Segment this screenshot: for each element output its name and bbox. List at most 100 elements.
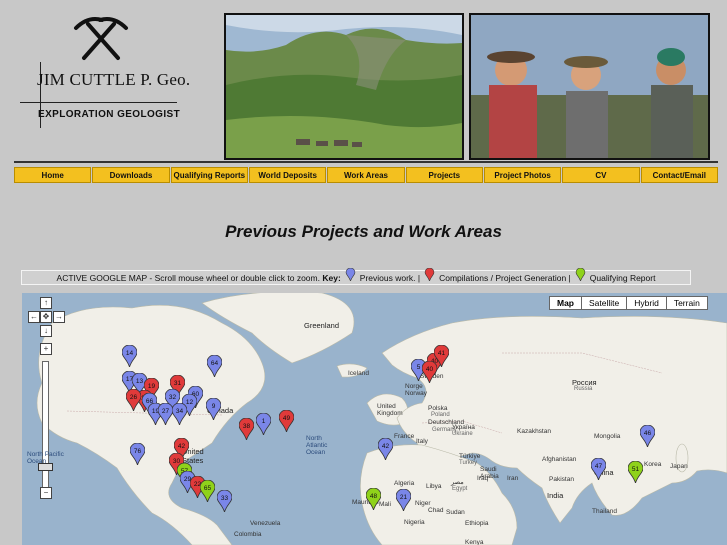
map-label-turkey: Turkey — [459, 460, 478, 466]
map-pin-previous-21[interactable]: 21 — [396, 489, 411, 511]
map-key-intro: ACTIVE GOOGLE MAP - Scroll mouse wheel o… — [56, 272, 320, 283]
map-label-kenya: Kenya — [465, 539, 484, 545]
previous-work-pin-icon — [345, 268, 356, 281]
nav-project-photos[interactable]: Project Photos — [483, 167, 562, 183]
map-pin-number: 47 — [595, 463, 603, 470]
map-pin-number: 34 — [176, 408, 184, 415]
map-pin-number: 64 — [211, 360, 219, 367]
map-pin-number: 38 — [243, 423, 251, 430]
map-label-korea: Korea — [644, 461, 662, 468]
map-type-map[interactable]: Map — [549, 296, 582, 310]
logo-name: JIM CUTTLE P. Geo. — [37, 70, 191, 89]
map-label-italy: Italy — [416, 438, 428, 445]
map-pin-qualifying-51[interactable]: 51 — [628, 461, 643, 483]
map-label-chad: Chad — [428, 507, 444, 514]
map-label-north-atlantic: North Atlantic Ocean — [306, 435, 328, 456]
map-pin-number: 1 — [262, 418, 266, 425]
map-label-japan: Japan — [670, 463, 688, 470]
map-pin-qualifying-65[interactable]: 65 — [200, 480, 215, 502]
map-label-mongolia: Mongolia — [594, 433, 621, 440]
map-pin-qualifying-48[interactable]: 48 — [366, 488, 381, 510]
map-pin-number: 13 — [136, 378, 144, 385]
map-pin-previous-46[interactable]: 46 — [640, 425, 655, 447]
map-pin-number: 41 — [438, 350, 446, 357]
map-pin-compilations-49[interactable]: 49 — [279, 410, 294, 432]
map-pin-number: 5 — [417, 364, 421, 371]
map-label-niger: Niger — [415, 500, 431, 507]
pan-down-button[interactable]: ↓ — [40, 325, 52, 337]
map-label-ethiopia: Ethiopia — [465, 520, 489, 527]
map-label-france: France — [394, 433, 415, 440]
crossed-pickaxes-icon — [74, 17, 128, 60]
map-key-previous: Previous work. | — [359, 272, 421, 283]
map-key-compilations: Compilations / Project Generation | — [439, 272, 571, 283]
map-label-united-kingdom: United Kingdom — [377, 403, 403, 417]
map-pin-number: 40 — [426, 366, 434, 373]
map-pin-previous-33[interactable]: 33 — [217, 490, 232, 512]
map-label-polska: Polska — [428, 405, 448, 412]
map-pin-number: 9 — [212, 403, 216, 410]
map-pin-number: 48 — [370, 493, 378, 500]
nav-divider — [14, 161, 718, 163]
nav-projects[interactable]: Projects — [405, 167, 483, 183]
map-pin-number: 31 — [174, 380, 182, 387]
map-pin-previous-76[interactable]: 76 — [130, 443, 145, 465]
map-type-satellite[interactable]: Satellite — [581, 296, 628, 310]
map-pin-previous-14[interactable]: 14 — [122, 345, 137, 367]
map-pin-number: 49 — [283, 415, 291, 422]
map-label-greenland: Greenland — [304, 321, 340, 330]
map-label-north-pacific: North Pacific Ocean — [27, 451, 64, 465]
map-type-terrain[interactable]: Terrain — [665, 296, 708, 310]
map-label-afghanistan: Afghanistan — [542, 456, 577, 463]
map-label-colombia: Colombia — [234, 531, 262, 538]
map-label-iran: Iran — [507, 475, 519, 482]
map-pin-number: 32 — [169, 394, 177, 401]
zoom-in-button[interactable]: + — [40, 343, 52, 355]
map-pin-number: 27 — [162, 408, 170, 415]
map-pin-compilations-38[interactable]: 38 — [239, 418, 254, 440]
map-pin-previous-42[interactable]: 42 — [378, 438, 393, 460]
map-key-qualifying: Qualifying Report — [589, 272, 656, 283]
pan-up-button[interactable]: ↑ — [40, 297, 52, 309]
map-label-ukraine-native: Україна — [452, 424, 475, 431]
map-pin-number: 33 — [221, 495, 229, 502]
map-key-label: Key: — [322, 272, 341, 283]
map-label-egypt-native: مصر — [451, 479, 464, 486]
map-pin-previous-47[interactable]: 47 — [591, 458, 606, 480]
map-pin-number: 19 — [148, 383, 156, 390]
nav-home[interactable]: Home — [14, 167, 92, 183]
map-pin-previous-27[interactable]: 27 — [158, 403, 173, 425]
nav-work-areas[interactable]: Work Areas — [327, 167, 405, 183]
nav-cv[interactable]: CV — [562, 167, 640, 183]
map-label-turkiye: Türkiye — [459, 453, 481, 460]
map-label-ukraine: Ukraine — [452, 431, 473, 437]
pan-left-button[interactable]: ← — [28, 311, 40, 323]
map-label-russia: Russia — [574, 386, 593, 392]
map-label-thailand: Thailand — [592, 508, 617, 515]
map-pin-number: 51 — [632, 466, 640, 473]
compilations-pin-icon — [424, 268, 435, 281]
logo[interactable]: JIM CUTTLE P. Geo. EXPLORATION GEOLOGIST — [20, 14, 190, 132]
map-label-saudi-arabia: Saudi Arabia — [480, 466, 499, 480]
nav-qualifying-reports[interactable]: Qualifying Reports — [170, 167, 248, 183]
map-pin-previous-9[interactable]: 9 — [206, 398, 221, 420]
map-pin-number: 21 — [400, 494, 408, 501]
map-label-libya: Libya — [426, 483, 442, 490]
nav-world-deposits[interactable]: World Deposits — [248, 167, 327, 183]
map-pin-previous-64[interactable]: 64 — [207, 355, 222, 377]
map-label-india: India — [547, 491, 564, 500]
map-pin-number: 46 — [644, 430, 652, 437]
map-pin-previous-1[interactable]: 1 — [256, 413, 271, 435]
logo-divider-horizontal — [20, 102, 177, 103]
zoom-out-button[interactable]: − — [40, 487, 52, 499]
map-pin-number: 26 — [130, 394, 138, 401]
google-map[interactable]: Map Satellite Hybrid Terrain ↑ ← ✥ → ↓ + − … — [22, 293, 727, 545]
map-pin-previous-34[interactable]: 34 — [172, 403, 187, 425]
pan-right-button[interactable]: → — [53, 311, 65, 323]
map-pin-compilations-26[interactable]: 26 — [126, 389, 141, 411]
nav-downloads[interactable]: Downloads — [92, 167, 170, 183]
pan-center-button[interactable]: ✥ — [40, 311, 52, 323]
nav-contact-email[interactable]: Contact/Email — [640, 167, 718, 183]
map-pin-compilations-40[interactable]: 40 — [422, 361, 437, 383]
map-type-hybrid[interactable]: Hybrid — [626, 296, 667, 310]
